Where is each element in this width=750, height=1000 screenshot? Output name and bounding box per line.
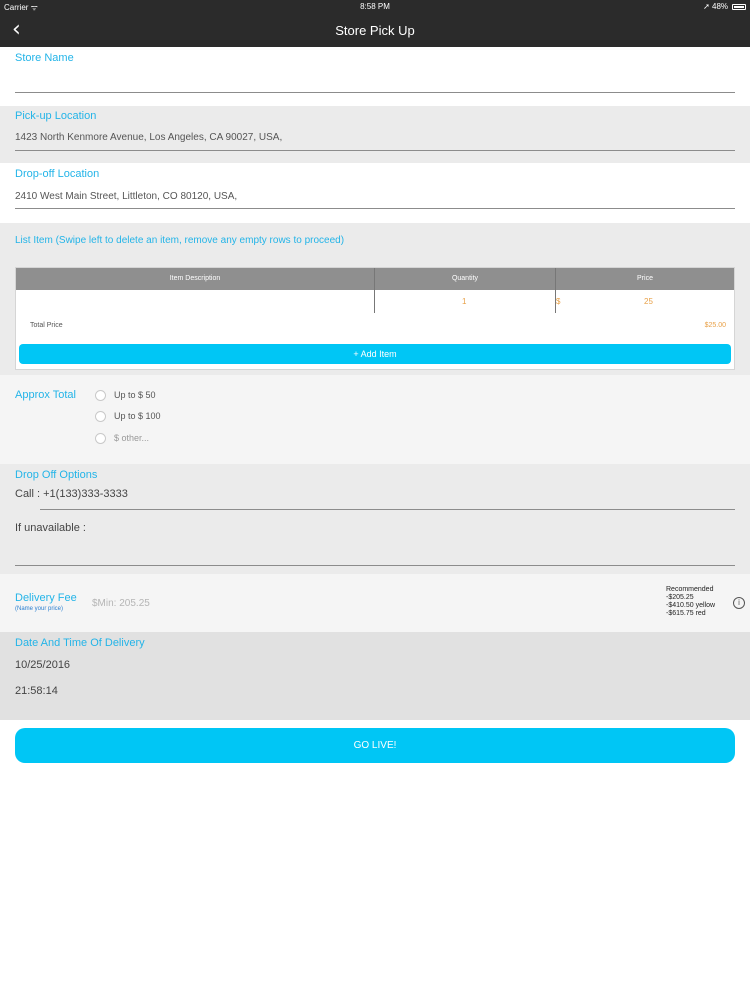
item-currency-cell: $ (556, 297, 561, 306)
total-price-value: $25.00 (704, 322, 726, 329)
info-icon[interactable]: i (733, 597, 745, 609)
battery-text: ➚ 48% (703, 2, 728, 11)
column-divider (555, 268, 556, 313)
table-header: Item Description Quantity Price (16, 268, 734, 290)
store-name-underline (15, 92, 735, 93)
dropoff-label: Drop-off Location (15, 168, 100, 180)
delivery-time[interactable]: 21:58:14 (15, 685, 58, 697)
column-header-price: Price (637, 275, 653, 282)
delivery-date[interactable]: 10/25/2016 (15, 659, 70, 671)
date-time-label: Date And Time Of Delivery (15, 637, 145, 649)
radio-label-other[interactable]: $ other... (114, 433, 149, 443)
battery-icon (732, 4, 746, 10)
item-quantity-cell[interactable]: 1 (462, 297, 466, 306)
dropoff-section: Drop-off Location 2410 West Main Street,… (0, 163, 750, 223)
clock-text: 8:58 PM (360, 2, 390, 11)
radio-label-up-to-50: Up to $ 50 (114, 390, 156, 400)
pickup-input[interactable]: 1423 North Kenmore Avenue, Los Angeles, … (15, 132, 282, 143)
add-item-button[interactable]: + Add Item (19, 344, 731, 364)
pickup-underline (15, 150, 735, 151)
store-name-label: Store Name (15, 52, 74, 64)
approx-total-section: Approx Total Up to $ 50 Up to $ 100 $ ot… (0, 375, 750, 464)
radio-up-to-50[interactable] (95, 390, 106, 401)
call-option-underline (40, 509, 735, 510)
recommended-fee-2: -$410.50 yellow (666, 602, 716, 609)
delivery-fee-input[interactable]: $Min: 205.25 (92, 598, 150, 609)
if-unavailable-input[interactable] (15, 565, 735, 566)
item-price-cell[interactable]: 25 (644, 297, 653, 306)
dropoff-underline (15, 208, 735, 209)
nav-bar: ‹ Store Pick Up (0, 14, 750, 47)
store-name-section: Store Name (0, 47, 750, 106)
column-header-description: Item Description (169, 275, 221, 282)
pickup-section: Pick-up Location 1423 North Kenmore Aven… (0, 106, 750, 163)
recommended-fee-1: -$205.25 (666, 594, 694, 601)
if-unavailable-label: If unavailable : (15, 522, 86, 534)
date-time-section: Date And Time Of Delivery 10/25/2016 21:… (0, 632, 750, 720)
radio-label-up-to-100: Up to $ 100 (114, 411, 161, 421)
column-divider (374, 268, 375, 313)
approx-total-label: Approx Total (15, 389, 76, 401)
total-price-label: Total Price (30, 322, 63, 329)
delivery-fee-sublabel: (Name your price) (15, 606, 64, 612)
radio-up-to-100[interactable] (95, 411, 106, 422)
column-header-quantity: Quantity (451, 275, 479, 282)
pickup-label: Pick-up Location (15, 110, 97, 122)
call-option-text: Call : +1(133)333-3333 (15, 488, 128, 500)
radio-other[interactable] (95, 433, 106, 444)
delivery-fee-section: Delivery Fee (Name your price) $Min: 205… (0, 574, 750, 632)
recommended-fees: Recommended -$205.25 -$410.50 yellow -$6… (666, 586, 715, 618)
items-table: Item Description Quantity Price 1 $ 25 T… (15, 267, 735, 370)
dropoff-options-label: Drop Off Options (15, 469, 98, 481)
recommended-title: Recommended (666, 586, 714, 593)
delivery-fee-label: Delivery Fee (15, 592, 77, 604)
list-item-label: List Item (Swipe left to delete an item,… (15, 235, 345, 246)
dropoff-options-section: Drop Off Options Call : +1(133)333-3333 … (0, 464, 750, 574)
page-title: Store Pick Up (335, 23, 415, 38)
recommended-fee-3: -$615.75 red (666, 610, 706, 617)
go-live-button[interactable]: GO LIVE! (15, 728, 735, 763)
dropoff-input[interactable]: 2410 West Main Street, Littleton, CO 801… (15, 191, 237, 202)
status-bar: Carrier ᯤ 8:58 PM ➚ 48% (0, 0, 750, 14)
